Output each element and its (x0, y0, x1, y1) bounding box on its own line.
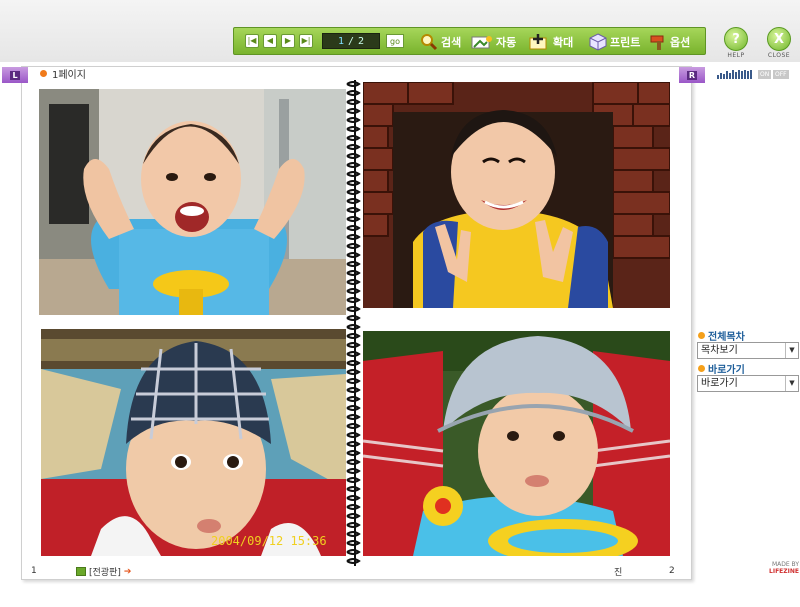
goto-heading: 바로가기 (698, 361, 745, 376)
print-icon (589, 33, 607, 51)
viewer-toolbar: |◀ ◀ ▶ ▶| 1 / 2 go 검색 자동 확대 프린트 옵션 (233, 27, 706, 55)
option-tool-button[interactable]: 옵션 (649, 31, 690, 53)
option-icon (649, 33, 667, 51)
zoom-label: 확대 (553, 36, 574, 49)
photo-baby-plaid-cap[interactable]: 2004/09/12 15:36 (41, 329, 346, 556)
first-page-button[interactable]: |◀ (245, 34, 259, 48)
sound-on-button[interactable]: ON (758, 70, 772, 79)
bullet-icon (698, 365, 705, 372)
mid-footer-label: 진 (614, 568, 623, 578)
goto-select-value: 바로가기 (701, 378, 738, 389)
last-page-button[interactable]: ▶| (299, 34, 313, 48)
left-tag-label: L (10, 70, 20, 80)
left-page-tag[interactable]: L (2, 67, 28, 83)
made-by-logo: MADE BY LIFEZINE (749, 561, 799, 575)
page-separator: / (347, 35, 355, 47)
go-button[interactable]: go (386, 34, 404, 48)
close-button[interactable]: X (767, 27, 791, 51)
right-page-tag[interactable]: R (679, 67, 705, 83)
sound-equalizer-icon[interactable] (717, 70, 753, 79)
toc-heading: 전체목차 (698, 328, 745, 343)
toc-select[interactable]: 목차보기 ▼ (697, 342, 799, 359)
current-page: 1 (337, 35, 344, 47)
page-title-text: 1페이지 (52, 70, 86, 81)
photo-timestamp: 2004/09/12 15:36 (211, 534, 327, 548)
bullet-icon (698, 332, 705, 339)
right-tag-label: R (686, 70, 698, 80)
zoom-tool-button[interactable]: 확대 (528, 31, 573, 53)
made-by-label: MADE BY (771, 561, 799, 568)
bullet-icon (40, 70, 47, 77)
auto-label: 자동 (496, 36, 517, 49)
toc-heading-label: 전체목차 (708, 332, 745, 343)
toc-select-value: 목차보기 (701, 345, 738, 356)
print-tool-button[interactable]: 프린트 (589, 31, 640, 53)
page-title: 1페이지 (40, 66, 86, 81)
prev-page-button[interactable]: ◀ (263, 34, 277, 48)
auto-tool-button[interactable]: 자동 (471, 31, 516, 53)
page-indicator[interactable]: 1 / 2 (322, 33, 380, 49)
thumbnail-icon (76, 567, 86, 576)
goto-heading-label: 바로가기 (708, 365, 745, 376)
photo-baby-sunhat[interactable] (363, 331, 670, 556)
sound-off-button[interactable]: OFF (773, 70, 789, 79)
next-page-button[interactable]: ▶ (281, 34, 295, 48)
auto-icon (471, 33, 493, 51)
option-label: 옵션 (670, 36, 691, 49)
arrow-right-icon: ➔ (123, 566, 132, 577)
total-pages: 2 (358, 35, 365, 47)
chevron-down-icon: ▼ (785, 376, 798, 391)
close-label: CLOSE (767, 52, 791, 59)
left-page-number: 1 (31, 566, 37, 576)
search-tool-button[interactable]: 검색 (420, 31, 461, 53)
help-button[interactable]: ? (724, 27, 748, 51)
search-icon (420, 33, 438, 51)
photo-baby-laughing[interactable] (39, 89, 346, 315)
search-label: 검색 (441, 36, 462, 49)
prev-link-label: [전광판] (89, 568, 121, 578)
print-label: 프린트 (610, 36, 641, 49)
close-icon: X (773, 31, 785, 47)
prev-link[interactable]: [전광판] ➔ (76, 565, 131, 578)
right-page-number: 2 (669, 566, 675, 576)
help-label: HELP (727, 52, 745, 59)
spiral-binding (346, 81, 361, 564)
chevron-down-icon: ▼ (785, 343, 798, 358)
goto-select[interactable]: 바로가기 ▼ (697, 375, 799, 392)
help-icon: ? (732, 31, 740, 47)
zoom-icon (528, 33, 550, 51)
brand-label: LIFEZINE (769, 568, 799, 575)
photo-boy-peace-sign[interactable] (363, 82, 670, 308)
